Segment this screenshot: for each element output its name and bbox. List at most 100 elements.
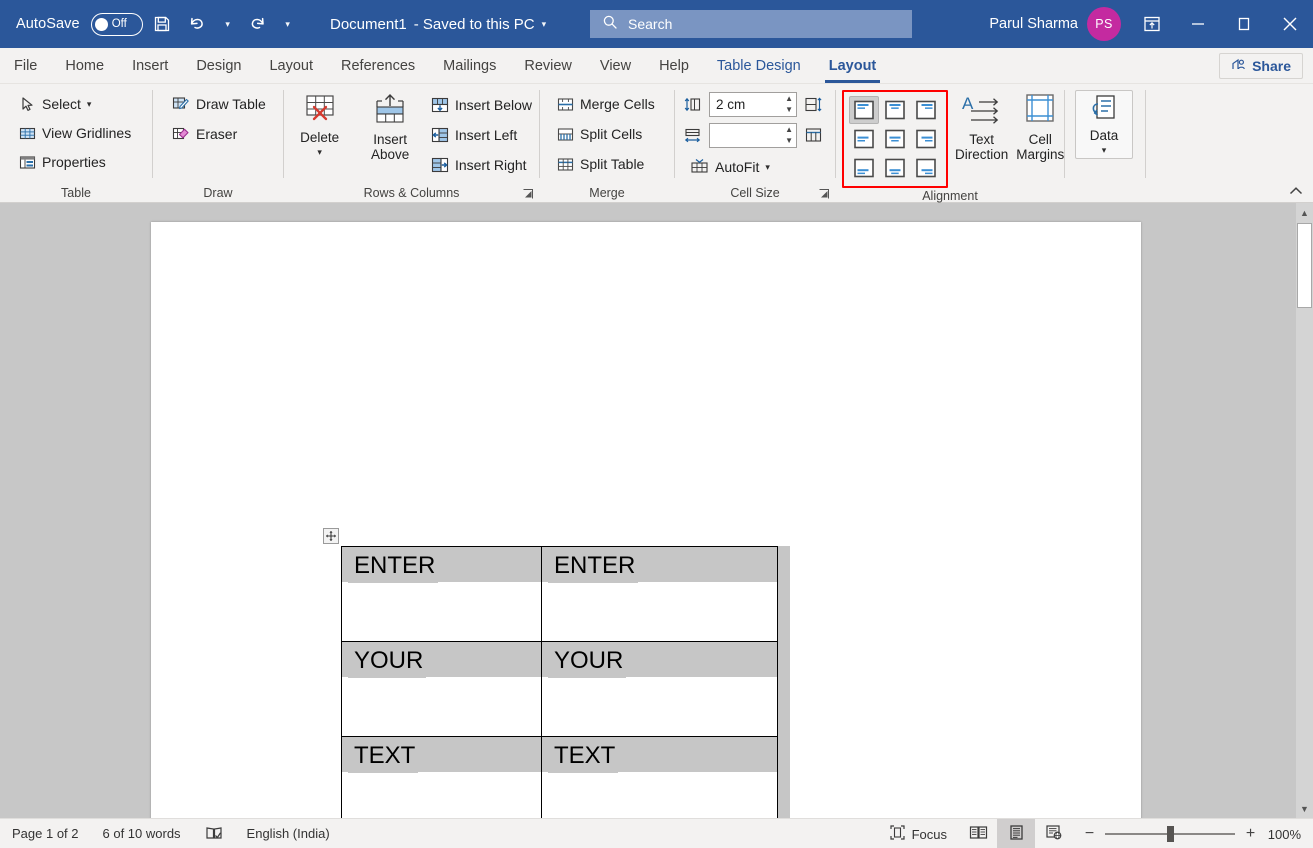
close-icon[interactable] xyxy=(1267,0,1313,48)
customize-quick-access-icon[interactable]: ▾ xyxy=(277,7,299,41)
chevron-down-icon[interactable]: ▾ xyxy=(542,19,547,30)
tab-mailings[interactable]: Mailings xyxy=(429,48,510,83)
split-table-button[interactable]: Split Table xyxy=(550,150,651,178)
column-width-input[interactable] xyxy=(710,123,772,147)
scroll-up-arrow-icon[interactable]: ▲ xyxy=(1296,203,1313,222)
view-gridlines-button[interactable]: View Gridlines xyxy=(12,119,138,147)
align-bottom-left-button[interactable] xyxy=(849,154,879,182)
align-bottom-center-button[interactable] xyxy=(880,154,910,182)
distribute-columns-icon[interactable] xyxy=(804,126,823,145)
insert-left-button[interactable]: Insert Left xyxy=(424,121,539,149)
cell-margins-button[interactable]: Cell Margins xyxy=(1015,90,1065,163)
data-button[interactable]: Data ▾ xyxy=(1075,90,1133,159)
align-center-right-button[interactable] xyxy=(911,125,941,153)
insert-below-button[interactable]: Insert Below xyxy=(424,91,539,119)
tab-layout[interactable]: Layout xyxy=(255,48,327,83)
cell-size-dialog-launcher[interactable] xyxy=(816,186,831,201)
search-input[interactable]: Search xyxy=(590,10,912,38)
document-page[interactable]: ENTER ENTER YOUR YOUR TEXT TEXT xyxy=(151,222,1141,818)
read-mode-button[interactable] xyxy=(959,819,997,848)
align-top-right-button[interactable] xyxy=(911,96,941,124)
scroll-down-arrow-icon[interactable]: ▼ xyxy=(1296,799,1313,818)
table-cell[interactable]: ENTER xyxy=(341,546,542,642)
undo-dropdown-icon[interactable]: ▾ xyxy=(217,7,239,41)
table-cell[interactable]: TEXT xyxy=(341,736,542,818)
tab-review[interactable]: Review xyxy=(510,48,586,83)
tab-home[interactable]: Home xyxy=(51,48,118,83)
zoom-slider[interactable] xyxy=(1105,826,1235,842)
align-center-button[interactable] xyxy=(880,125,910,153)
align-bottom-right-button[interactable] xyxy=(911,154,941,182)
chevron-down-icon[interactable]: ▾ xyxy=(317,145,322,160)
zoom-in-icon[interactable]: + xyxy=(1244,825,1257,843)
properties-button[interactable]: Properties xyxy=(12,148,113,176)
print-layout-button[interactable] xyxy=(997,819,1035,848)
tab-table-layout[interactable]: Layout xyxy=(815,48,891,83)
chevron-down-icon[interactable]: ▾ xyxy=(1102,143,1107,158)
table-row[interactable]: TEXT TEXT xyxy=(341,736,778,818)
document-canvas[interactable]: ENTER ENTER YOUR YOUR TEXT TEXT ▲ ▼ xyxy=(0,203,1313,818)
column-selection-band xyxy=(778,546,790,818)
ribbon-display-options-icon[interactable] xyxy=(1129,0,1175,48)
web-layout-button[interactable] xyxy=(1035,819,1073,848)
redo-icon[interactable] xyxy=(241,7,275,41)
tab-references[interactable]: References xyxy=(327,48,429,83)
table-cell[interactable]: YOUR xyxy=(341,641,542,737)
insert-right-button[interactable]: Insert Right xyxy=(424,151,539,179)
chevron-down-icon[interactable]: ▾ xyxy=(87,99,92,110)
tab-file[interactable]: File xyxy=(0,48,51,83)
split-cells-button[interactable]: Split Cells xyxy=(550,120,649,148)
maximize-icon[interactable] xyxy=(1221,0,1267,48)
eraser-button[interactable]: Eraser xyxy=(165,120,244,148)
tab-help[interactable]: Help xyxy=(645,48,703,83)
zoom-out-icon[interactable]: − xyxy=(1083,825,1096,843)
row-height-spinner[interactable]: ▲▼ xyxy=(709,91,797,117)
tab-view[interactable]: View xyxy=(586,48,645,83)
share-button[interactable]: Share xyxy=(1219,53,1303,79)
align-top-left-button[interactable] xyxy=(849,96,879,124)
tab-design[interactable]: Design xyxy=(182,48,255,83)
focus-mode-button[interactable]: Focus xyxy=(877,819,959,848)
rows-columns-dialog-launcher[interactable] xyxy=(520,186,535,201)
save-icon[interactable] xyxy=(145,7,179,41)
insert-above-button[interactable]: Insert Above xyxy=(362,90,418,163)
table-row[interactable]: ENTER ENTER xyxy=(341,546,778,642)
page-number-status[interactable]: Page 1 of 2 xyxy=(0,819,91,848)
word-table[interactable]: ENTER ENTER YOUR YOUR TEXT TEXT xyxy=(341,546,778,818)
document-title[interactable]: Document1 - Saved to this PC ▾ xyxy=(330,0,546,48)
tab-table-design[interactable]: Table Design xyxy=(703,48,815,83)
autofit-button[interactable]: AutoFit ▾ xyxy=(683,153,777,181)
language-status[interactable]: English (India) xyxy=(235,819,342,848)
zoom-control[interactable]: − + xyxy=(1073,825,1267,843)
row-height-input[interactable] xyxy=(710,92,772,116)
vertical-scrollbar[interactable]: ▲ ▼ xyxy=(1296,203,1313,818)
spinner-arrows[interactable]: ▲ ▼ xyxy=(785,124,793,147)
proofing-errors-icon[interactable] xyxy=(193,819,235,848)
tab-insert[interactable]: Insert xyxy=(118,48,182,83)
zoom-slider-thumb[interactable] xyxy=(1167,826,1174,842)
chevron-down-icon[interactable]: ▾ xyxy=(765,162,770,173)
word-count-status[interactable]: 6 of 10 words xyxy=(91,819,193,848)
avatar[interactable]: PS xyxy=(1087,7,1121,41)
undo-icon[interactable] xyxy=(181,7,215,41)
text-direction-button[interactable]: A Text Direction xyxy=(954,90,1009,163)
column-width-spinner[interactable]: ▲ ▼ xyxy=(709,122,797,148)
delete-button[interactable]: Delete ▾ xyxy=(290,90,349,161)
spinner-arrows[interactable]: ▲ ▼ xyxy=(785,93,793,116)
distribute-rows-icon[interactable] xyxy=(804,95,823,114)
autosave-toggle[interactable]: Off xyxy=(90,12,143,36)
align-top-center-button[interactable] xyxy=(880,96,910,124)
minimize-icon[interactable] xyxy=(1175,0,1221,48)
zoom-level-label[interactable]: 100% xyxy=(1267,827,1313,842)
scrollbar-thumb[interactable] xyxy=(1297,223,1312,308)
draw-table-button[interactable]: Draw Table xyxy=(165,90,273,118)
select-button[interactable]: Select ▾ xyxy=(12,90,98,118)
table-row[interactable]: YOUR YOUR xyxy=(341,641,778,737)
collapse-ribbon-button[interactable] xyxy=(1287,183,1305,199)
merge-cells-button[interactable]: Merge Cells xyxy=(550,90,662,118)
align-center-left-button[interactable] xyxy=(849,125,879,153)
table-cell[interactable]: ENTER xyxy=(541,546,778,642)
table-move-handle-icon[interactable] xyxy=(323,528,339,544)
table-cell[interactable]: TEXT xyxy=(541,736,778,818)
table-cell[interactable]: YOUR xyxy=(541,641,778,737)
